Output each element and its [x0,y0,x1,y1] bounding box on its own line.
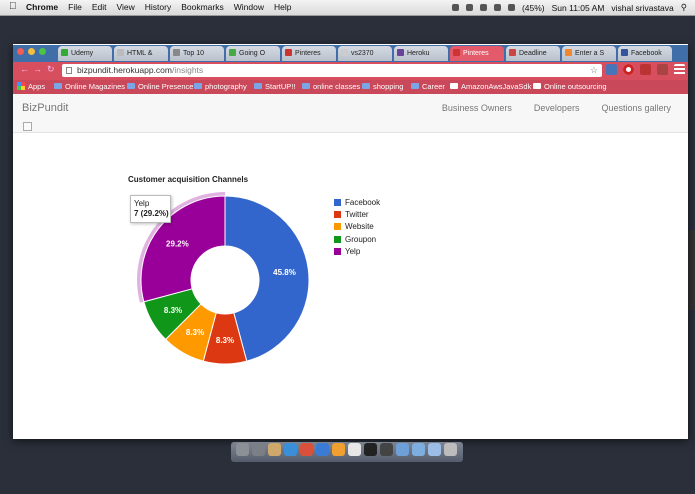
legend-swatch [334,248,341,256]
legend-swatch [334,198,341,206]
dock-app-icon[interactable] [268,443,281,456]
legend-item[interactable]: Groupon [334,233,380,245]
legend-item[interactable]: Facebook [334,196,380,208]
dock-app-icon[interactable] [348,443,361,456]
chart-tooltip: Yelp 7 (29.2%) [130,195,171,223]
legend-item[interactable]: Twitter [334,208,380,220]
legend-label: Facebook [345,197,381,207]
dock-icons [236,443,457,456]
legend-label: Website [345,222,374,232]
dock-app-icon[interactable] [252,443,265,456]
legend-label: Yelp [345,247,361,257]
dock-app-icon[interactable] [428,443,441,456]
dock-app-icon[interactable] [300,443,313,456]
legend-swatch [334,235,341,243]
dock-app-icon[interactable] [380,443,393,456]
dock-app-icon[interactable] [412,443,425,456]
legend-swatch [334,223,341,231]
legend-item[interactable]: Yelp [334,246,380,258]
slice-label: 8.3% [186,328,204,337]
dock-app-icon[interactable] [236,443,249,456]
dock-app-icon[interactable] [444,443,457,456]
dock-app-icon[interactable] [396,443,409,456]
chart-legend: Facebook Twitter Website Groupon Yelp [334,196,380,258]
dock-app-icon[interactable] [364,443,377,456]
legend-item[interactable]: Website [334,221,380,233]
dock-app-icon[interactable] [332,443,345,456]
tooltip-value: 7 (29.2%) [134,209,169,218]
dock-app-icon[interactable] [316,443,329,456]
slice-label: 8.3% [216,336,234,345]
dock-app-icon[interactable] [284,443,297,456]
legend-swatch [334,211,341,219]
legend-label: Twitter [345,210,369,220]
legend-label: Groupon [345,234,377,244]
slice-label: 8.3% [164,306,182,315]
tooltip-name: Yelp [134,199,150,208]
slice-label: 45.8% [273,268,296,277]
slice-label: 29.2% [166,239,189,248]
